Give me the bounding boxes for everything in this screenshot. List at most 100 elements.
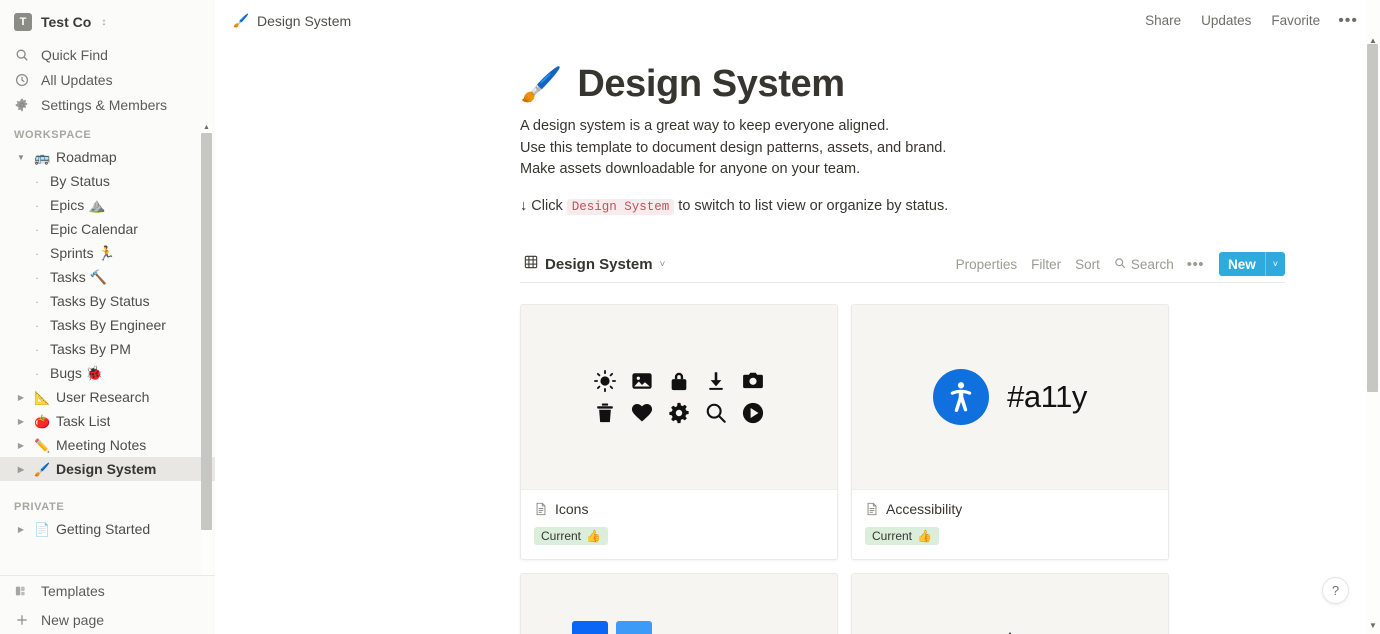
tree-item-tasks-by-pm[interactable]: · Tasks By PM — [0, 337, 215, 361]
sun-icon — [587, 369, 624, 392]
help-button[interactable]: ? — [1322, 577, 1349, 604]
tree-item-getting-started[interactable]: ▶ 📄 Getting Started — [0, 517, 215, 541]
tree-item-label: Tasks By Status — [50, 293, 150, 309]
card-body: Accessibility Current 👍 — [852, 490, 1168, 559]
chevron-right-icon[interactable]: ▶ — [14, 465, 28, 474]
search-icon — [1114, 257, 1126, 272]
view-name: Design System — [545, 255, 653, 273]
chevron-down-icon[interactable]: ˅ — [1266, 252, 1285, 276]
play-icon — [735, 402, 772, 424]
bullet-icon: · — [34, 317, 40, 333]
search-icon — [14, 47, 30, 63]
sidebar-item-settings-members[interactable]: Settings & Members — [0, 92, 215, 117]
color-swatch — [616, 620, 652, 634]
gallery-card[interactable]: #a11y Accessibility Current 👍 — [851, 303, 1169, 560]
swatch-placeholder — [660, 621, 696, 634]
sidebar-item-quick-find[interactable]: Quick Find — [0, 42, 215, 67]
scroll-down-arrow-icon[interactable]: ▼ — [1366, 618, 1380, 632]
card-cover: #a11y — [852, 304, 1168, 490]
tree-item-tasks[interactable]: · Tasks 🔨 — [0, 265, 215, 289]
page-emoji-icon: 📄 — [34, 521, 51, 537]
page-body: 🖌️ Design System A design system is a gr… — [215, 63, 1380, 634]
color-swatch — [572, 620, 608, 634]
tree-item-by-status[interactable]: · By Status — [0, 169, 215, 193]
gallery-card[interactable] — [851, 572, 1169, 634]
card-title-row: Accessibility — [865, 501, 1155, 517]
filter-button[interactable]: Filter — [1024, 254, 1068, 275]
page-paragraph[interactable]: A design system is a great way to keep e… — [520, 116, 1285, 181]
chevron-right-icon[interactable]: ▶ — [14, 417, 28, 426]
share-button[interactable]: Share — [1139, 10, 1187, 31]
tree-item-roadmap[interactable]: ▼ 🚌 Roadmap — [0, 145, 215, 169]
new-button[interactable]: New ˅ — [1218, 252, 1285, 276]
tree-item-user-research[interactable]: ▶ 📐 User Research — [0, 385, 215, 409]
tree-item-tasks-by-engineer[interactable]: · Tasks By Engineer — [0, 313, 215, 337]
swatch-placeholder — [704, 621, 740, 634]
trash-icon — [587, 402, 624, 424]
chevron-down-icon[interactable]: ▼ — [14, 153, 28, 162]
tree-item-label: Tasks 🔨 — [50, 268, 108, 285]
section-label-private: PRIVATE — [14, 501, 65, 513]
sort-button[interactable]: Sort — [1068, 254, 1107, 275]
tree-item-meeting-notes[interactable]: ▶ ✏️ Meeting Notes — [0, 433, 215, 457]
download-icon — [698, 370, 735, 392]
sidebar-item-all-updates[interactable]: All Updates — [0, 67, 215, 92]
tree-item-bugs[interactable]: · Bugs 🐞 — [0, 361, 215, 385]
workspace-switcher[interactable]: T Test Co ↕ — [0, 2, 215, 42]
gallery-view: Icons Current 👍 #a11y Accessibility Curr… — [520, 303, 1285, 634]
paintbrush-emoji-icon: 🖌️ — [520, 65, 563, 104]
page-content: 🖌️ Design System A design system is a gr… — [215, 63, 1380, 634]
page-hint[interactable]: ↓ Click Design System to switch to list … — [520, 196, 1285, 218]
sidebar-item-templates[interactable]: Templates — [0, 576, 215, 605]
gallery-card[interactable]: Icons Current 👍 — [520, 303, 838, 560]
thumbsup-emoji-icon: 👍 — [917, 528, 932, 543]
chevron-right-icon[interactable]: ▶ — [14, 393, 28, 402]
app-root: T Test Co ↕ Quick Find All Updates Setti… — [0, 0, 1380, 634]
section-label-workspace: WORKSPACE — [14, 129, 92, 141]
lock-icon — [661, 370, 698, 392]
card-title-row: Icons — [534, 501, 824, 517]
tree-item-label: Sprints 🏃 — [50, 244, 115, 261]
chevron-right-icon[interactable]: ▶ — [14, 441, 28, 450]
updates-button[interactable]: Updates — [1195, 10, 1257, 31]
favorite-button[interactable]: Favorite — [1265, 10, 1326, 31]
tree-item-label: Meeting Notes — [56, 437, 147, 453]
accessibility-art: #a11y — [933, 368, 1087, 425]
paragraph-line: Use this template to document design pat… — [520, 139, 947, 156]
sidebar-item-new-page[interactable]: New page — [0, 605, 215, 634]
tree-item-epics[interactable]: · Epics ⛰️ — [0, 193, 215, 217]
tree-item-sprints[interactable]: · Sprints 🏃 — [0, 241, 215, 265]
sidebar-scrollbar-thumb[interactable] — [201, 133, 212, 530]
document-icon — [865, 502, 879, 516]
tomato-emoji-icon: 🍅 — [34, 413, 51, 429]
thumbsup-emoji-icon: 👍 — [586, 528, 601, 543]
database-toolbar: Design System ˅ Properties Filter Sort S… — [520, 251, 1285, 283]
scroll-up-arrow-icon[interactable]: ▲ — [201, 122, 212, 133]
main-scrollbar-thumb[interactable] — [1367, 44, 1378, 392]
tree-item-task-list[interactable]: ▶ 🍅 Task List — [0, 409, 215, 433]
sidebar-item-label: All Updates — [41, 71, 113, 88]
bullet-icon: · — [34, 293, 40, 309]
search-button[interactable]: Search — [1107, 254, 1181, 275]
card-cover — [521, 304, 837, 490]
gallery-card[interactable]: Color Needs Update ⚠️ — [520, 572, 838, 634]
more-options-icon[interactable]: ••• — [1334, 12, 1362, 30]
paragraph-line: A design system is a great way to keep e… — [520, 118, 890, 134]
view-selector[interactable]: Design System ˅ — [520, 253, 669, 275]
status-badge[interactable]: Current 👍 — [534, 526, 608, 545]
chevron-updown-icon: ↕ — [101, 16, 107, 28]
properties-button[interactable]: Properties — [949, 254, 1025, 275]
chevron-right-icon[interactable]: ▶ — [14, 525, 28, 534]
tree-item-design-system[interactable]: ▶ 🖌️ Design System — [0, 457, 215, 481]
image-icon — [624, 370, 661, 392]
sidebar-item-label: Quick Find — [41, 46, 108, 63]
gear-icon — [14, 97, 30, 113]
tree-item-tasks-by-status[interactable]: · Tasks By Status — [0, 289, 215, 313]
bus-emoji-icon: 🚌 — [34, 149, 51, 165]
breadcrumb[interactable]: 🖌️ Design System — [233, 13, 351, 29]
page-title[interactable]: Design System — [577, 63, 845, 106]
pencil-emoji-icon: ✏️ — [34, 437, 51, 453]
tree-item-epic-calendar[interactable]: · Epic Calendar — [0, 217, 215, 241]
database-more-icon[interactable]: ••• — [1181, 256, 1210, 273]
status-badge[interactable]: Current 👍 — [865, 526, 939, 545]
